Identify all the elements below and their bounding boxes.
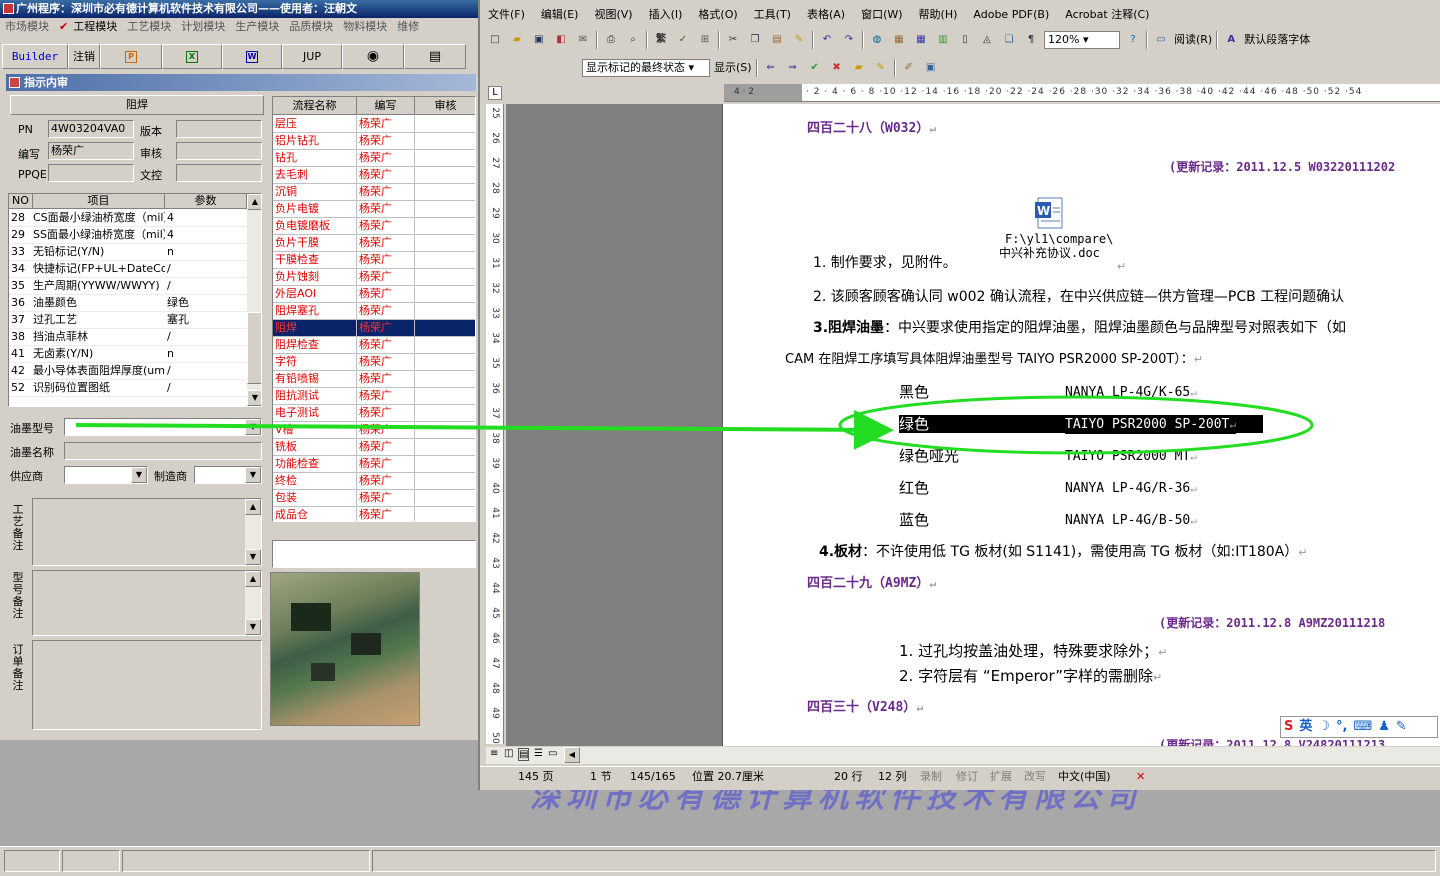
annotation-ellipse: [838, 395, 1314, 455]
annotation-overlay: [75, 395, 1314, 455]
annotation-arrow: [75, 409, 894, 450]
